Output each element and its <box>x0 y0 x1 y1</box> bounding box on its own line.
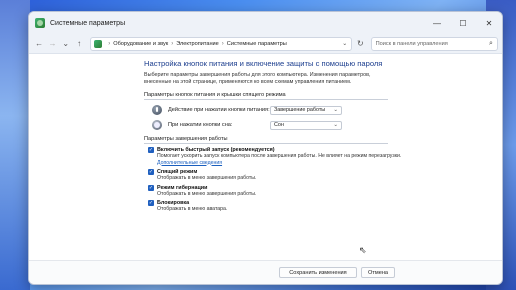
cancel-button[interactable]: Отмена <box>361 267 395 278</box>
chevron-down-icon: ⌄ <box>333 121 338 128</box>
title-bar[interactable]: Системные параметры — ☐ ✕ <box>29 12 502 34</box>
refresh-icon[interactable]: ↻ <box>354 37 366 51</box>
page-description: Выберите параметры завершения работы для… <box>144 72 371 85</box>
power-buttons-section-title: Параметры кнопок питания и крышки спящег… <box>144 92 388 100</box>
fast-startup-desc-text: Помогает ускорить запуск компьютера посл… <box>157 153 402 159</box>
breadcrumb-power-options[interactable]: Электропитание <box>176 41 219 47</box>
lock-option: ✓ Блокировка Отображать в меню аватара. <box>148 200 502 213</box>
more-info-link[interactable]: Дополнительные сведения <box>157 160 222 166</box>
close-button[interactable]: ✕ <box>476 12 502 34</box>
address-bar[interactable]: › Оборудование и звук › Электропитание ›… <box>90 36 353 51</box>
lock-checkbox[interactable]: ✓ <box>148 200 154 206</box>
main-content: Настройка кнопок питания и включение защ… <box>29 54 502 262</box>
lock-description: Отображать в меню аватара. <box>157 206 228 212</box>
sleep-button-action-value: Сон <box>274 122 284 128</box>
power-button-label: Действие при нажатии кнопки питания: <box>168 107 270 113</box>
up-arrow-icon[interactable]: ↑ <box>73 37 85 51</box>
sleep-button-label: При нажатии кнопки сна: <box>168 122 233 128</box>
hibernate-label[interactable]: Режим гибернации <box>157 185 207 191</box>
sleep-button-row: При нажатии кнопки сна: Сон ⌄ <box>152 120 502 130</box>
breadcrumb-separator: › <box>171 40 174 47</box>
hibernate-option: ✓ Режим гибернации Отображать в меню зав… <box>148 184 502 198</box>
window-title: Системные параметры <box>50 19 126 27</box>
hibernate-checkbox[interactable]: ✓ <box>148 184 154 191</box>
mouse-cursor-icon: ⇖ <box>359 245 367 255</box>
power-icon <box>152 105 162 115</box>
system-settings-window: Системные параметры — ☐ ✕ ← → ⌄ ↑ › Обор… <box>28 11 503 285</box>
fast-startup-description: Помогает ускорить запуск компьютера посл… <box>157 153 403 166</box>
fast-startup-checkbox[interactable]: ✓ <box>148 147 154 153</box>
footer-bar: Сохранить изменения Отмена <box>29 260 502 284</box>
recent-locations-chevron-icon[interactable]: ⌄ <box>60 37 72 51</box>
sleep-button-action-select[interactable]: Сон ⌄ <box>270 120 342 130</box>
shutdown-section-title: Параметры завершения работы <box>144 136 388 144</box>
page-title: Настройка кнопок питания и включение защ… <box>144 59 383 68</box>
breadcrumb-separator: › <box>108 40 111 47</box>
chevron-down-icon: ⌄ <box>333 106 338 113</box>
sleep-icon <box>152 120 162 130</box>
sleep-description: Отображать в меню завершения работы. <box>157 175 257 181</box>
control-panel-location-icon <box>94 39 103 48</box>
address-dropdown-chevron-icon[interactable]: ⌄ <box>342 40 347 47</box>
fast-startup-option: ✓ Включить быстрый запуск (рекомендуется… <box>148 147 502 166</box>
search-input[interactable] <box>375 40 496 47</box>
breadcrumb-hardware-sound[interactable]: Оборудование и звук <box>113 41 168 47</box>
power-button-action-select[interactable]: Завершение работы ⌄ <box>270 105 342 115</box>
desktop-wallpaper-left <box>0 0 30 290</box>
power-button-row: Действие при нажатии кнопки питания: Зав… <box>152 105 502 115</box>
control-panel-icon <box>35 18 45 28</box>
navigation-bar: ← → ⌄ ↑ › Оборудование и звук › Электроп… <box>29 34 502 54</box>
back-arrow-icon[interactable]: ← <box>33 37 45 51</box>
search-box[interactable]: ⌕ <box>370 36 498 51</box>
minimize-button[interactable]: — <box>424 12 450 34</box>
power-button-action-value: Завершение работы <box>274 107 326 113</box>
hibernate-description: Отображать в меню завершения работы. <box>157 190 257 197</box>
save-changes-button[interactable]: Сохранить изменения <box>279 267 357 278</box>
search-icon[interactable]: ⌕ <box>489 40 493 48</box>
forward-arrow-icon[interactable]: → <box>46 37 58 51</box>
breadcrumb-system-settings[interactable]: Системные параметры <box>227 41 287 47</box>
window-controls: — ☐ ✕ <box>424 12 502 34</box>
sleep-checkbox[interactable]: ✓ <box>148 169 154 175</box>
sleep-option: ✓ Спящий режим Отображать в меню заверше… <box>148 169 502 182</box>
maximize-button[interactable]: ☐ <box>450 12 476 34</box>
breadcrumb-separator: › <box>221 40 224 47</box>
